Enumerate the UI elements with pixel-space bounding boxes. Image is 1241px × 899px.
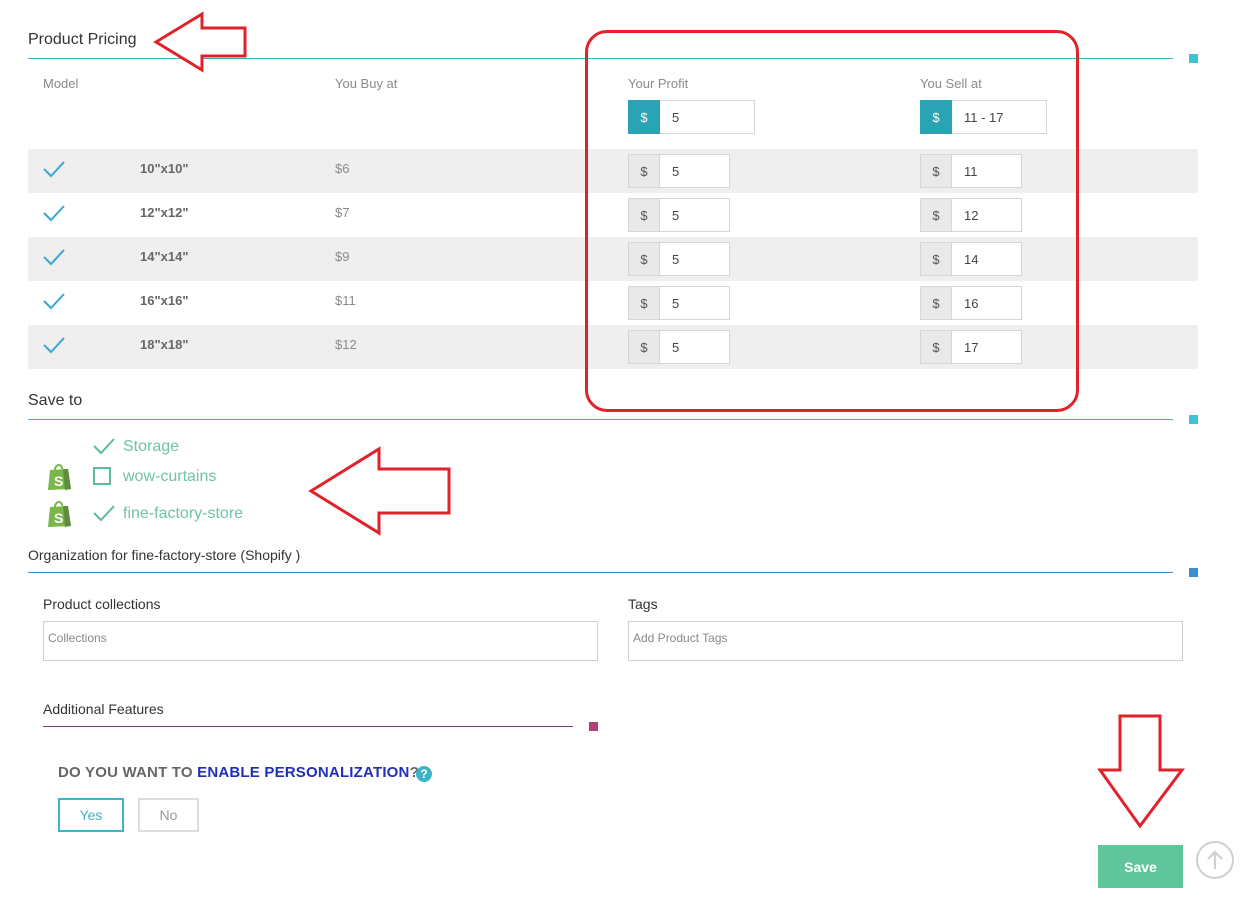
save-button[interactable]: Save	[1098, 845, 1183, 888]
store-storage[interactable]: Storage	[123, 438, 179, 456]
check-icon[interactable]	[42, 159, 66, 179]
arrow-up-circle-icon	[1207, 850, 1223, 869]
save-to-title: Save to	[28, 392, 83, 409]
svg-text:S: S	[54, 510, 63, 526]
collections-input[interactable]: Collections	[43, 621, 598, 661]
yes-button[interactable]: Yes	[58, 798, 124, 832]
question-circle-icon[interactable]: ?	[416, 766, 432, 782]
organization-divider	[28, 572, 1173, 573]
svg-text:S: S	[54, 473, 63, 489]
product-pricing-title: Product Pricing	[28, 31, 137, 48]
question-prefix: DO YOU WANT TO	[58, 764, 198, 781]
shopify-bag-icon: S	[48, 464, 71, 490]
red-arrow-icon	[1097, 714, 1185, 829]
annotation-highlight-box	[585, 30, 1079, 412]
check-icon[interactable]	[93, 504, 115, 522]
no-button[interactable]: No	[138, 798, 199, 832]
buy-price: $7	[335, 205, 350, 220]
buy-price: $6	[335, 161, 350, 176]
model-name: 14"x14"	[140, 249, 189, 264]
store-wow-curtains[interactable]: wow-curtains	[123, 468, 216, 486]
red-arrow-icon	[153, 11, 247, 73]
scroll-up-button[interactable]	[1196, 841, 1234, 879]
pricing-square-marker	[1189, 54, 1198, 63]
check-icon[interactable]	[93, 437, 115, 455]
model-name: 12"x12"	[140, 205, 189, 220]
model-name: 10"x10"	[140, 161, 189, 176]
red-arrow-icon	[308, 446, 451, 536]
check-icon[interactable]	[42, 247, 66, 267]
header-model: Model	[43, 76, 79, 91]
buy-price: $9	[335, 249, 350, 264]
store-fine-factory-store[interactable]: fine-factory-store	[123, 505, 243, 523]
question-highlight: ENABLE PERSONALIZATION	[197, 764, 410, 781]
additional-divider	[43, 726, 573, 727]
header-you-buy-at: You Buy at	[335, 76, 398, 91]
save-to-square-marker	[1189, 415, 1198, 424]
personalization-question: DO YOU WANT TO ENABLE PERSONALIZATION?	[58, 764, 419, 781]
save-to-divider	[28, 419, 1173, 420]
collections-label: Product collections	[43, 596, 161, 612]
tags-input[interactable]: Add Product Tags	[628, 621, 1183, 661]
buy-price: $12	[335, 337, 357, 352]
organization-title: Organization for fine-factory-store (Sho…	[28, 547, 301, 563]
additional-square-marker	[589, 722, 598, 731]
organization-square-marker	[1189, 568, 1198, 577]
store-checkbox[interactable]	[93, 467, 111, 485]
model-name: 16"x16"	[140, 293, 189, 308]
check-icon[interactable]	[42, 203, 66, 223]
model-name: 18"x18"	[140, 337, 189, 352]
tags-label: Tags	[628, 596, 658, 612]
check-icon[interactable]	[42, 335, 66, 355]
shopify-bag-icon: S	[48, 501, 71, 527]
check-icon[interactable]	[42, 291, 66, 311]
buy-price: $11	[335, 293, 356, 308]
additional-features-title: Additional Features	[43, 701, 164, 717]
